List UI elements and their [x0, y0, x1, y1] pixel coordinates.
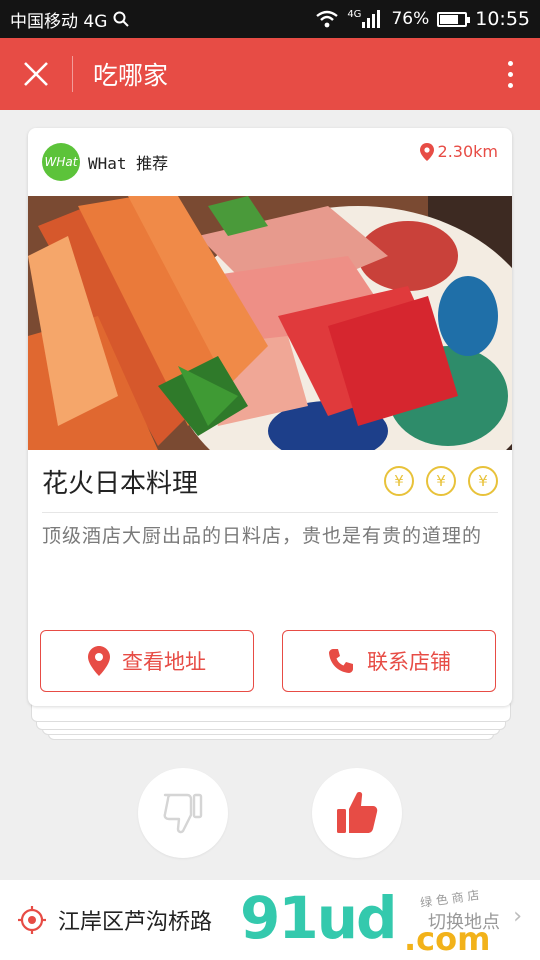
app-header: 吃哪家 — [0, 38, 540, 110]
location-pin-icon — [88, 646, 110, 676]
more-menu-button[interactable] — [480, 38, 540, 110]
clock: 10:55 — [475, 8, 530, 30]
restaurant-description: 顶级酒店大厨出品的日料店，贵也是有贵的道理的 — [42, 525, 483, 547]
contact-store-button[interactable]: 联系店铺 — [282, 630, 496, 692]
yen-icon: ¥ — [468, 466, 498, 496]
battery-icon — [437, 11, 471, 27]
more-dot — [507, 60, 513, 66]
close-icon — [24, 62, 48, 86]
contact-store-label: 联系店铺 — [367, 650, 451, 674]
battery-percent: 76% — [391, 9, 430, 29]
more-dot — [507, 82, 513, 88]
chevron-right-icon: › — [513, 904, 522, 929]
like-button[interactable] — [312, 768, 402, 858]
restaurant-card[interactable]: WHat WHat 推荐 2.30km 花火日本料理 ¥ ¥ ¥ 顶级酒店大厨出… — [28, 128, 512, 706]
view-address-button[interactable]: 查看地址 — [40, 630, 254, 692]
phone-icon — [329, 649, 353, 673]
thumbs-up-icon — [337, 792, 378, 833]
yen-icon: ¥ — [384, 466, 414, 496]
page-title: 吃哪家 — [93, 61, 169, 90]
carrier-label: 中国移动 4G — [10, 11, 108, 32]
watermark-logo: 91ud — [240, 884, 398, 952]
status-bar: 中国移动 4G 4G 76% 10:55 — [0, 0, 540, 38]
signal-icon — [362, 10, 381, 28]
yen-icon: ¥ — [426, 466, 456, 496]
what-logo: WHat — [42, 143, 80, 181]
current-address: 江岸区芦沟桥路 — [58, 910, 213, 935]
restaurant-name: 花火日本料理 — [42, 468, 199, 499]
distance-value: 2.30km — [437, 142, 498, 161]
more-dot — [507, 71, 513, 77]
view-address-label: 查看地址 — [122, 650, 206, 674]
watermark-suffix: .com — [404, 920, 491, 958]
crosshair-location-icon — [18, 906, 46, 934]
dislike-button[interactable] — [138, 768, 228, 858]
restaurant-photo — [28, 196, 512, 450]
distance: 2.30km — [419, 142, 498, 161]
card-header: WHat WHat 推荐 2.30km — [28, 128, 512, 196]
wifi-icon — [316, 10, 339, 28]
price-level: ¥ ¥ ¥ — [384, 466, 498, 496]
network-label: 4G — [347, 8, 362, 20]
close-button[interactable] — [0, 38, 72, 110]
thumbs-down-icon — [163, 793, 203, 834]
source-label: WHat 推荐 — [88, 154, 169, 173]
card-divider — [42, 512, 498, 513]
name-row: 花火日本料理 ¥ ¥ ¥ — [28, 450, 512, 512]
search-icon — [113, 11, 130, 27]
header-divider — [72, 56, 73, 92]
location-pin-icon — [419, 142, 434, 161]
